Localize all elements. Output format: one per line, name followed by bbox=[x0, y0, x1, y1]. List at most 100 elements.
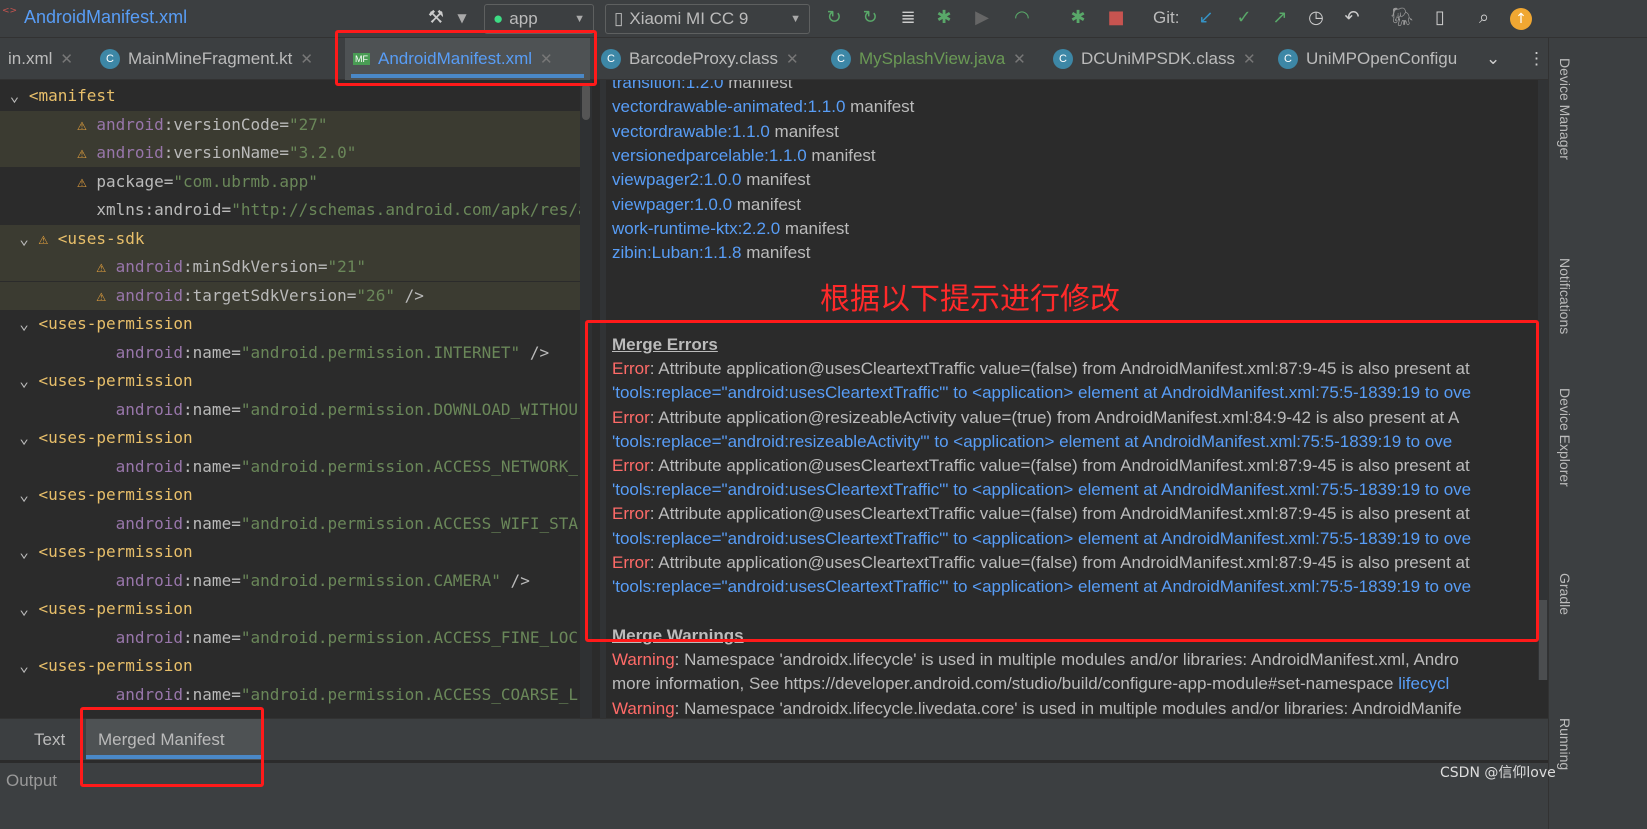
running-tool[interactable]: Running bbox=[1557, 718, 1573, 770]
library-link[interactable]: zibin:Luban:1.1.8 bbox=[612, 243, 742, 262]
rerun-icon[interactable]: ↻ bbox=[822, 7, 846, 28]
library-link[interactable]: versionedparcelable:1.1.0 bbox=[612, 146, 807, 165]
xml-value: "android.permission.ACCESS_COARSE_L bbox=[240, 684, 578, 704]
xml-namespace: android bbox=[115, 456, 184, 476]
tab-mainminefragment[interactable]: C MainMineFragment.kt ✕ bbox=[92, 38, 321, 80]
annotation-note: 根据以下提示进行修改 bbox=[820, 282, 1120, 317]
error-hint-link[interactable]: 'tools:replace="android:usesCleartextTra… bbox=[612, 381, 1471, 405]
library-link[interactable]: vectordrawable-animated:1.1.0 bbox=[612, 97, 845, 116]
xml-tag: <uses-permission bbox=[38, 542, 193, 561]
editor-scrollbar[interactable] bbox=[580, 80, 592, 718]
title-bar: <> AndroidManifest.xml ⚒ ▼ ● app ▼ ▯ Xiaomi… bbox=[0, 0, 1647, 38]
rollback-icon[interactable]: ↶ bbox=[1340, 7, 1364, 28]
close-icon[interactable]: ✕ bbox=[60, 50, 73, 68]
xml-value: "3.2.0" bbox=[289, 143, 357, 162]
device-explorer-tool[interactable]: Device Explorer bbox=[1557, 388, 1573, 487]
device-manager-icon[interactable]: ▯ bbox=[1428, 7, 1452, 28]
close-icon[interactable]: ✕ bbox=[1013, 50, 1026, 68]
code-line: android:name="android.permission.INTERNE… bbox=[0, 339, 580, 367]
history-icon[interactable]: ◷ bbox=[1304, 7, 1328, 28]
code-editor[interactable]: ⌄ <manifest ⚠ android:versionCode="27" ⚠… bbox=[0, 80, 592, 718]
kotlin-class-icon: C bbox=[100, 49, 120, 69]
error-label: Error bbox=[612, 407, 650, 427]
close-icon[interactable]: ✕ bbox=[786, 50, 799, 68]
tab-androidmanifest[interactable]: MF AndroidManifest.xml ✕ bbox=[345, 38, 590, 80]
gradle-tool[interactable]: Gradle bbox=[1557, 573, 1573, 615]
library-row: work-runtime-ktx:2.2.0 manifest bbox=[612, 217, 849, 241]
tab-barcodeproxy[interactable]: C BarcodeProxy.class ✕ bbox=[593, 38, 807, 80]
error-label: Error bbox=[612, 456, 650, 475]
update-icon[interactable]: ↑ bbox=[1510, 8, 1532, 30]
error-hint-link[interactable]: 'tools:replace="android:usesCleartextTra… bbox=[612, 575, 1471, 599]
code-line: ⌄ <uses-permission bbox=[0, 314, 193, 333]
code-line: android:name="android.permission.DOWNLOA… bbox=[0, 396, 580, 424]
debug-attach-icon[interactable]: ✱ bbox=[1066, 7, 1090, 28]
xml-attribute: :minSdkVersion= bbox=[183, 257, 328, 276]
xml-namespace: android bbox=[115, 570, 184, 590]
android-icon: ● bbox=[493, 9, 504, 28]
warning-label: Warning bbox=[612, 650, 675, 670]
library-suffix: manifest bbox=[769, 121, 839, 141]
library-link[interactable]: transition:1.2.0 bbox=[612, 80, 724, 92]
apply-changes-icon[interactable]: ↻ bbox=[858, 7, 882, 28]
error-hint-link[interactable]: 'tools:replace="android:usesCleartextTra… bbox=[612, 478, 1471, 502]
tab-unimpopenconfig[interactable]: C UniMPOpenConfigu bbox=[1270, 38, 1470, 80]
device-select[interactable]: ▯ Xiaomi MI CC 9 ▼ bbox=[605, 4, 810, 34]
error-text: : Attribute application@usesCleartextTra… bbox=[649, 456, 1470, 475]
error-row: Error: Attribute application@resizeableA… bbox=[612, 406, 1459, 430]
run-config-select[interactable]: ● app ▼ bbox=[484, 4, 594, 34]
notifications-tool[interactable]: Notifications bbox=[1557, 258, 1573, 334]
tab-mysplashview[interactable]: C MySplashView.java ✕ bbox=[823, 38, 1034, 80]
tab-dcunimpsdk[interactable]: C DCUniMPSDK.class ✕ bbox=[1045, 38, 1264, 80]
git-label: Git: bbox=[1153, 8, 1180, 27]
output-tool[interactable]: Output bbox=[6, 771, 57, 791]
error-row: Error: Attribute application@usesClearte… bbox=[612, 357, 1470, 381]
code-line: android:name="android.permission.CAMERA"… bbox=[0, 567, 580, 595]
warning-icon: ⚠ bbox=[77, 143, 97, 162]
git-push-icon[interactable]: ↗ bbox=[1268, 7, 1292, 28]
tabs-overflow-chevron-icon[interactable]: ⌄ bbox=[1478, 38, 1508, 80]
tab-text[interactable]: Text bbox=[22, 719, 77, 761]
merged-scrollbar[interactable] bbox=[1538, 80, 1548, 680]
library-link[interactable]: vectordrawable:1.1.0 bbox=[612, 122, 770, 141]
git-commit-icon[interactable]: ✓ bbox=[1232, 7, 1256, 28]
xml-value: "android.permission.INTERNET" bbox=[240, 342, 521, 362]
device-manager-tool[interactable]: Device Manager bbox=[1557, 58, 1573, 160]
merged-manifest-panel: transition:1.2.0 manifest vectordrawable-… bbox=[600, 80, 1548, 718]
close-icon[interactable]: ✕ bbox=[540, 50, 553, 68]
chevron-down-icon: ▼ bbox=[574, 13, 585, 25]
error-hint-link[interactable]: 'tools:replace="android:usesCleartextTra… bbox=[612, 527, 1471, 551]
error-text: : Attribute application@usesCleartextTra… bbox=[649, 504, 1470, 524]
debug-icon[interactable]: ✱ bbox=[932, 7, 956, 28]
window-title: AndroidManifest.xml bbox=[24, 7, 188, 27]
library-link[interactable]: viewpager:1.0.0 bbox=[612, 195, 732, 214]
xml-attribute: :name= bbox=[183, 456, 241, 476]
attach-debugger-icon[interactable]: ▶ bbox=[970, 7, 994, 28]
stop-icon[interactable]: ■ bbox=[1104, 7, 1128, 28]
xml-attribute: :versionName= bbox=[163, 143, 289, 162]
xml-attribute: :targetSdkVersion= bbox=[183, 285, 357, 305]
xml-attribute: :name= bbox=[183, 513, 241, 533]
library-suffix: manifest bbox=[732, 194, 802, 214]
warning-link[interactable]: lifecycl bbox=[1398, 674, 1449, 693]
error-hint-link[interactable]: 'tools:replace="android:resizeableActivi… bbox=[612, 430, 1452, 454]
watermark: CSDN @信仰love bbox=[1440, 765, 1556, 781]
git-update-icon[interactable]: ↙ bbox=[1194, 7, 1218, 28]
chevron-down-icon[interactable]: ▼ bbox=[450, 11, 474, 25]
tab-merged-manifest[interactable]: Merged Manifest bbox=[86, 719, 261, 761]
xml-value: "com.ubrmb.app" bbox=[173, 171, 318, 191]
search-icon[interactable]: ⌕ bbox=[1472, 7, 1496, 28]
library-link[interactable]: work-runtime-ktx:2.2.0 bbox=[612, 219, 780, 238]
gradle-sync-icon[interactable]: 🐘︎ bbox=[1390, 7, 1414, 28]
warning-icon: ⚠ bbox=[77, 171, 97, 191]
warning-text: : Namespace 'androidx.lifecycle' is used… bbox=[674, 650, 1459, 670]
library-row: viewpager:1.0.0 manifest bbox=[612, 193, 801, 217]
hammer-icon[interactable]: ⚒ bbox=[424, 7, 448, 28]
profile-icon[interactable]: ◠ bbox=[1010, 7, 1034, 28]
close-icon[interactable]: ✕ bbox=[1243, 50, 1256, 68]
apply-code-changes-icon[interactable]: ≣ bbox=[896, 7, 920, 28]
close-icon[interactable]: ✕ bbox=[300, 50, 313, 68]
tab-in-xml[interactable]: in.xml ✕ bbox=[0, 38, 81, 80]
error-text: : Attribute application@usesCleartextTra… bbox=[649, 552, 1470, 572]
library-link[interactable]: viewpager2:1.0.0 bbox=[612, 170, 741, 189]
